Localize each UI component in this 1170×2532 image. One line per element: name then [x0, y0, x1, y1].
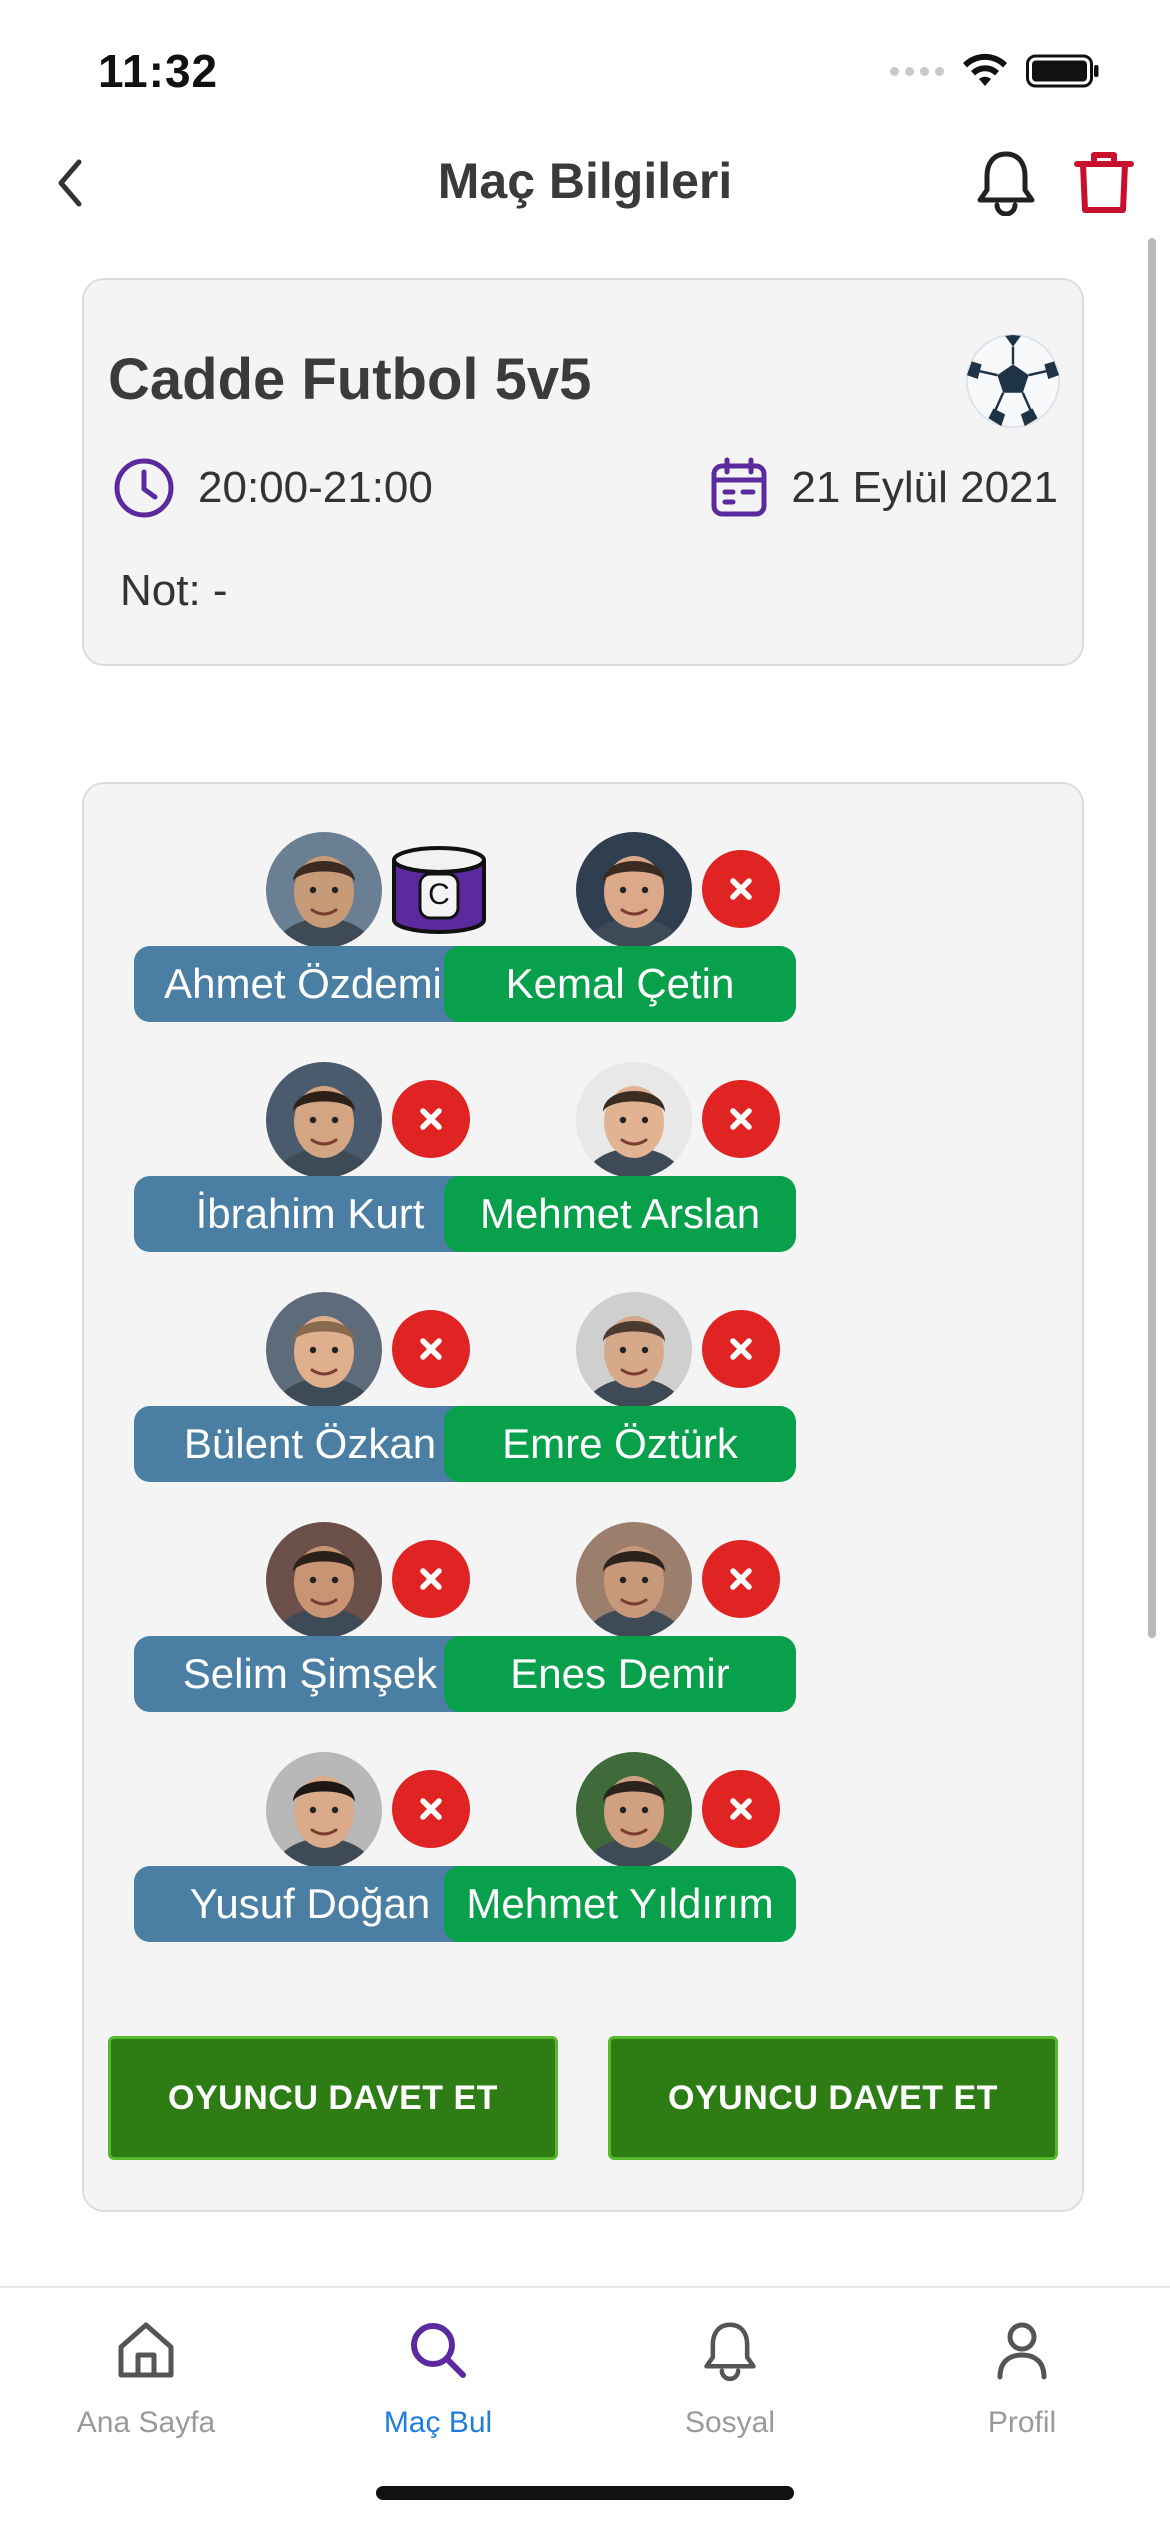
player-name-pill[interactable]: Enes Demir: [444, 1636, 796, 1712]
match-info-card: Cadde Futbol 5v5 20:00-21:00 21 Eylül 20…: [82, 278, 1084, 666]
match-time-row: 20:00-21:00: [112, 456, 433, 520]
match-note: Not: -: [120, 566, 228, 615]
avatar-photo: [266, 832, 382, 948]
avatar-photo: [576, 1522, 692, 1638]
player-slot: Emre Öztürk: [444, 1292, 796, 1492]
player-slot: Mehmet Arslan: [444, 1062, 796, 1262]
scrollbar[interactable]: [1148, 238, 1156, 1638]
avatar-photo: [576, 1752, 692, 1868]
player-avatar[interactable]: [576, 1522, 692, 1638]
tab-profile[interactable]: Profil: [876, 2310, 1168, 2470]
player-slot: İbrahim Kurt: [134, 1062, 486, 1262]
invite-player-button-team-b[interactable]: OYUNCU DAVET ET: [608, 2036, 1058, 2160]
tab-social[interactable]: Sosyal: [584, 2310, 876, 2470]
close-icon: [420, 1108, 442, 1130]
player-avatar[interactable]: [266, 1522, 382, 1638]
tab-find-match-label: Maç Bul: [383, 2406, 493, 2439]
player-slot: Yusuf Doğan: [134, 1752, 486, 1952]
invite-player-button-team-a[interactable]: OYUNCU DAVET ET: [108, 2036, 558, 2160]
match-title: Cadde Futbol 5v5: [108, 347, 592, 412]
close-icon: [730, 1568, 752, 1590]
player-name-pill[interactable]: Selim Şimşek: [134, 1636, 486, 1712]
avatar-photo: [576, 1292, 692, 1408]
player-slot: C Ahmet Özdemir: [134, 832, 486, 1032]
player-avatar[interactable]: [266, 1752, 382, 1868]
close-icon: [730, 1798, 752, 1820]
player-avatar[interactable]: [576, 1292, 692, 1408]
avatar-photo: [266, 1292, 382, 1408]
bell-icon: [977, 151, 1035, 216]
avatar-photo: [266, 1062, 382, 1178]
player-name-pill[interactable]: Yusuf Doğan: [134, 1866, 486, 1942]
navigation-bar: Maç Bilgileri: [0, 130, 1170, 240]
player-name-pill[interactable]: Kemal Çetin: [444, 946, 796, 1022]
close-icon: [730, 878, 752, 900]
avatar-photo: [576, 832, 692, 948]
player-name-pill[interactable]: Ahmet Özdemir: [134, 946, 486, 1022]
tab-home-label: Ana Sayfa: [76, 2406, 216, 2439]
close-icon: [730, 1108, 752, 1130]
avatar-photo: [266, 1752, 382, 1868]
teams-card: C Ahmet Özdemir İbrahim Kurt Bülent Özkan Se…: [82, 782, 1084, 2212]
close-icon: [420, 1798, 442, 1820]
status-bar: 11:32: [0, 0, 1170, 130]
clock-icon: [114, 458, 174, 518]
player-slot: Enes Demir: [444, 1522, 796, 1722]
tab-home[interactable]: Ana Sayfa: [0, 2310, 292, 2470]
remove-player-button[interactable]: [702, 1770, 780, 1848]
close-icon: [420, 1568, 442, 1590]
player-name-pill[interactable]: Mehmet Yıldırım: [444, 1866, 796, 1942]
wifi-icon: [963, 53, 1007, 86]
player-slot: Selim Şimşek: [134, 1522, 486, 1722]
player-slot: Bülent Özkan: [134, 1292, 486, 1492]
remove-player-button[interactable]: [702, 1310, 780, 1388]
match-date: 21 Eylül 2021: [791, 463, 1058, 512]
player-avatar[interactable]: [576, 1752, 692, 1868]
tab-profile-label: Profil: [987, 2406, 1057, 2439]
player-name-pill[interactable]: Mehmet Arslan: [444, 1176, 796, 1252]
player-avatar[interactable]: [576, 832, 692, 948]
match-time: 20:00-21:00: [198, 463, 433, 512]
avatar-photo: [266, 1522, 382, 1638]
player-slot: Mehmet Yıldırım: [444, 1752, 796, 1952]
remove-player-button[interactable]: [702, 1080, 780, 1158]
player-name-pill[interactable]: Emre Öztürk: [444, 1406, 796, 1482]
close-icon: [730, 1338, 752, 1360]
status-icons: [890, 52, 1100, 90]
delete-match-button[interactable]: [1064, 142, 1144, 222]
avatar-photo: [576, 1062, 692, 1178]
close-icon: [420, 1338, 442, 1360]
cellular-signal-icon: [890, 66, 944, 76]
trash-icon: [1074, 152, 1134, 213]
player-name-pill[interactable]: İbrahim Kurt: [134, 1176, 486, 1252]
player-avatar[interactable]: [266, 1062, 382, 1178]
home-indicator: [376, 2486, 794, 2500]
player-avatar[interactable]: [576, 1062, 692, 1178]
home-icon: [118, 2322, 174, 2378]
bell-icon: [704, 2322, 756, 2381]
status-time: 11:32: [98, 45, 219, 97]
player-avatar[interactable]: [266, 1292, 382, 1408]
notifications-button[interactable]: [966, 142, 1046, 222]
calendar-icon: [711, 457, 767, 517]
player-avatar[interactable]: [266, 832, 382, 948]
match-date-row: 21 Eylül 2021: [709, 456, 1058, 520]
soccer-ball-icon: [965, 333, 1061, 429]
remove-player-button[interactable]: [702, 1540, 780, 1618]
player-slot: Kemal Çetin: [444, 832, 796, 1032]
search-icon: [411, 2323, 466, 2378]
battery-icon: [1026, 54, 1099, 88]
tab-social-label: Sosyal: [684, 2406, 776, 2439]
player-name-pill[interactable]: Bülent Özkan: [134, 1406, 486, 1482]
remove-player-button[interactable]: [702, 850, 780, 928]
tab-find-match[interactable]: Maç Bul: [292, 2310, 584, 2470]
person-icon: [997, 2322, 1047, 2380]
